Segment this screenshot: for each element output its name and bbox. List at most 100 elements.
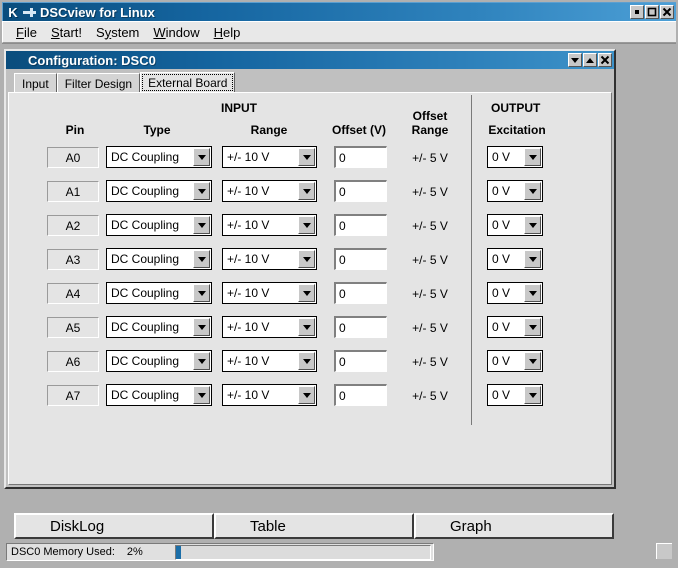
chevron-down-icon — [193, 148, 210, 166]
type-select-a4[interactable]: DC Coupling — [106, 282, 212, 304]
type-select-a7[interactable]: DC Coupling — [106, 384, 212, 406]
type-select-a5[interactable]: DC Coupling — [106, 316, 212, 338]
type-select-a0-value: DC Coupling — [111, 150, 180, 164]
pin-label-a6: A6 — [47, 351, 99, 372]
table-button[interactable]: Table — [214, 513, 414, 539]
range-select-a6[interactable]: +/- 10 V — [222, 350, 317, 372]
range-select-a7[interactable]: +/- 10 V — [222, 384, 317, 406]
offset-input-a3[interactable]: 0 — [334, 248, 387, 270]
pin-icon[interactable] — [22, 5, 36, 20]
tab-external-board[interactable]: External Board — [140, 72, 236, 93]
offset-range-value-a4: +/- 5 V — [412, 287, 448, 301]
chevron-down-icon — [298, 250, 315, 268]
chevron-down-icon — [524, 352, 541, 370]
pin-label-a1: A1 — [47, 181, 99, 202]
title-bar[interactable]: K DSCview for Linux — [2, 2, 676, 21]
table-row: A3 DC Coupling +/- 10 V 0 +/- 5 V 0 V — [9, 246, 611, 280]
group-header-input: INPUT — [221, 101, 257, 115]
menu-system[interactable]: System — [89, 23, 146, 42]
pin-label-a3: A3 — [47, 249, 99, 270]
chevron-down-icon — [298, 216, 315, 234]
offset-input-a2[interactable]: 0 — [334, 214, 387, 236]
type-select-a2[interactable]: DC Coupling — [106, 214, 212, 236]
chevron-down-icon — [193, 216, 210, 234]
status-bar: DSC0 Memory Used: 2% — [6, 543, 672, 561]
range-select-a3[interactable]: +/- 10 V — [222, 248, 317, 270]
child-title-bar[interactable]: Configuration: DSC0 — [6, 51, 614, 69]
menu-help[interactable]: Help — [207, 23, 248, 42]
graph-button[interactable]: Graph — [414, 513, 614, 539]
offset-input-a0[interactable]: 0 — [334, 146, 387, 168]
range-select-a2[interactable]: +/- 10 V — [222, 214, 317, 236]
configuration-window: Configuration: DSC0 Input Filter Design … — [4, 49, 616, 489]
excitation-select-a5[interactable]: 0 V — [487, 316, 543, 338]
chevron-down-icon — [524, 250, 541, 268]
offset-range-value-a6: +/- 5 V — [412, 355, 448, 369]
minimize-button[interactable] — [630, 5, 644, 19]
excitation-select-a6[interactable]: 0 V — [487, 350, 543, 372]
type-select-a4-value: DC Coupling — [111, 286, 180, 300]
range-select-a6-value: +/- 10 V — [227, 354, 270, 368]
menu-start[interactable]: Start! — [44, 23, 89, 42]
chevron-down-icon — [524, 284, 541, 302]
table-row: A5 DC Coupling +/- 10 V 0 +/- 5 V 0 V — [9, 314, 611, 348]
excitation-select-a0-value: 0 V — [492, 150, 511, 164]
offset-input-a7[interactable]: 0 — [334, 384, 387, 406]
type-select-a6-value: DC Coupling — [111, 354, 180, 368]
type-select-a6[interactable]: DC Coupling — [106, 350, 212, 372]
range-select-a1-value: +/- 10 V — [227, 184, 270, 198]
type-select-a0[interactable]: DC Coupling — [106, 146, 212, 168]
offset-input-a6[interactable]: 0 — [334, 350, 387, 372]
maximize-button[interactable] — [645, 5, 659, 19]
type-select-a1[interactable]: DC Coupling — [106, 180, 212, 202]
excitation-select-a4[interactable]: 0 V — [487, 282, 543, 304]
offset-input-a4[interactable]: 0 — [334, 282, 387, 304]
tab-filter-design[interactable]: Filter Design — [56, 73, 141, 93]
offset-input-a1[interactable]: 0 — [334, 180, 387, 202]
chevron-down-icon — [298, 148, 315, 166]
excitation-select-a6-value: 0 V — [492, 354, 511, 368]
excitation-select-a2[interactable]: 0 V — [487, 214, 543, 236]
kde-k-icon[interactable]: K — [5, 5, 21, 20]
child-minimize-button[interactable] — [568, 53, 582, 67]
chevron-down-icon — [298, 318, 315, 336]
type-select-a3-value: DC Coupling — [111, 252, 180, 266]
arrow-down-icon — [571, 57, 579, 63]
menu-file[interactable]: File — [9, 23, 44, 42]
excitation-select-a2-value: 0 V — [492, 218, 511, 232]
range-select-a0-value: +/- 10 V — [227, 150, 270, 164]
child-maximize-button[interactable] — [583, 53, 597, 67]
menu-window[interactable]: Window — [146, 23, 206, 42]
disklog-button[interactable]: DiskLog — [14, 513, 214, 539]
menu-bar: File Start! System Window Help — [2, 21, 676, 43]
excitation-select-a4-value: 0 V — [492, 286, 511, 300]
excitation-select-a1-value: 0 V — [492, 184, 511, 198]
pin-label-a7: A7 — [47, 385, 99, 406]
tab-input-label: Input — [22, 76, 49, 91]
chevron-down-icon — [524, 386, 541, 404]
excitation-select-a3[interactable]: 0 V — [487, 248, 543, 270]
range-select-a0[interactable]: +/- 10 V — [222, 146, 317, 168]
offset-range-value-a1: +/- 5 V — [412, 185, 448, 199]
column-header-excitation: Excitation — [488, 123, 546, 137]
tab-external-board-label: External Board — [148, 76, 228, 90]
chevron-down-icon — [193, 250, 210, 268]
range-select-a1[interactable]: +/- 10 V — [222, 180, 317, 202]
excitation-select-a0[interactable]: 0 V — [487, 146, 543, 168]
range-select-a7-value: +/- 10 V — [227, 388, 270, 402]
close-button[interactable] — [660, 5, 674, 19]
child-window-title: Configuration: DSC0 — [28, 52, 156, 68]
range-select-a5[interactable]: +/- 10 V — [222, 316, 317, 338]
resize-grip[interactable] — [656, 543, 672, 559]
tab-input[interactable]: Input — [14, 73, 57, 93]
excitation-select-a1[interactable]: 0 V — [487, 180, 543, 202]
chevron-down-icon — [298, 182, 315, 200]
memory-status-panel: DSC0 Memory Used: 2% — [6, 543, 434, 561]
offset-input-a5[interactable]: 0 — [334, 316, 387, 338]
type-select-a2-value: DC Coupling — [111, 218, 180, 232]
type-select-a3[interactable]: DC Coupling — [106, 248, 212, 270]
range-select-a4[interactable]: +/- 10 V — [222, 282, 317, 304]
child-close-button[interactable] — [598, 53, 612, 67]
excitation-select-a7[interactable]: 0 V — [487, 384, 543, 406]
table-row: A4 DC Coupling +/- 10 V 0 +/- 5 V 0 V — [9, 280, 611, 314]
